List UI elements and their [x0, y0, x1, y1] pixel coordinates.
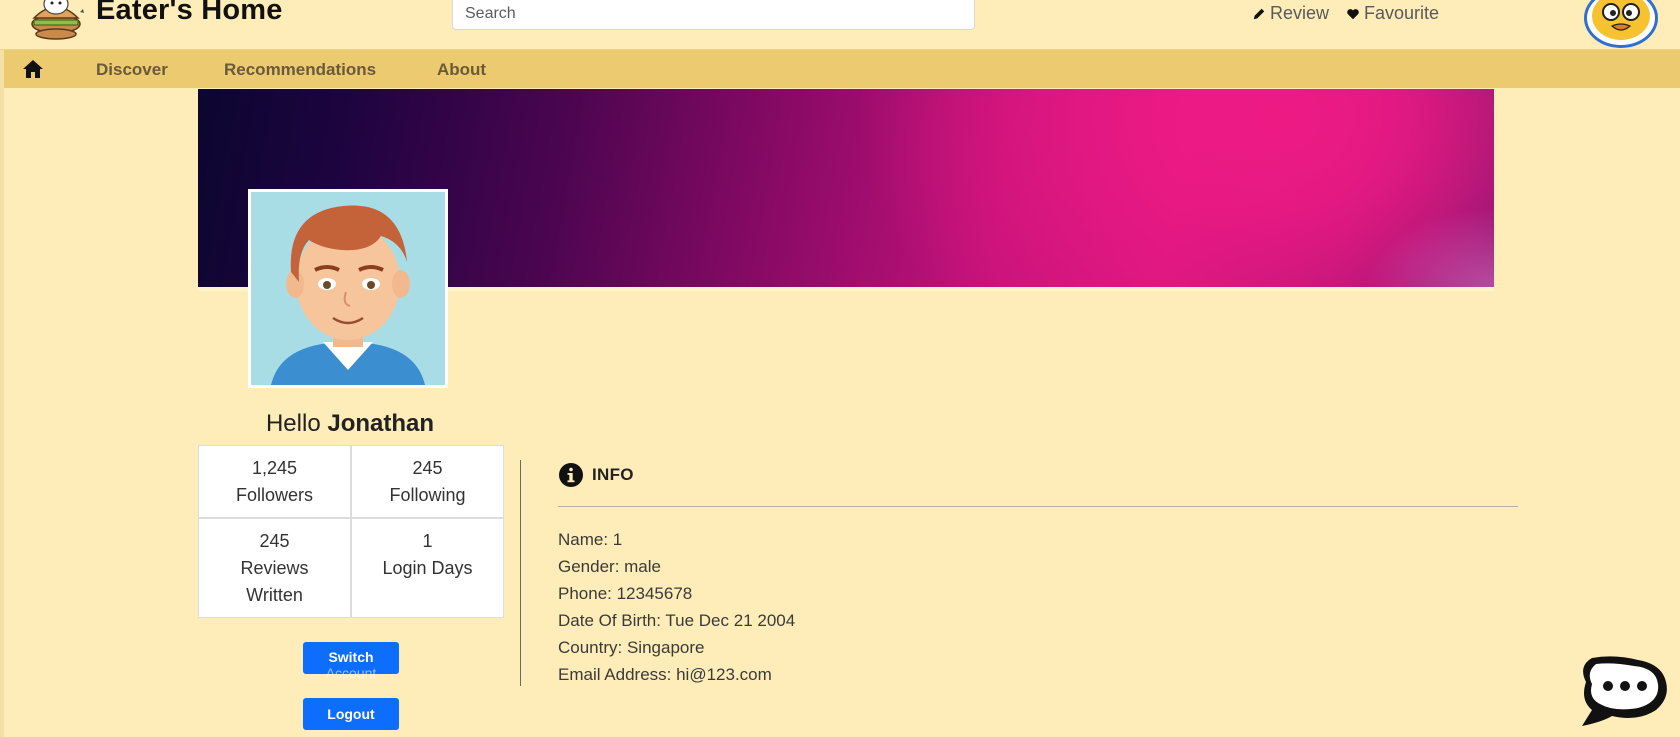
banner-shine — [1364, 207, 1494, 287]
info-list: Name: 1 Gender: male Phone: 12345678 Dat… — [558, 526, 795, 688]
info-header: INFO — [558, 462, 634, 488]
greeting: Hello Jonathan — [198, 410, 502, 438]
stats-grid: 1,245 Followers 245 Following 245 Review… — [198, 445, 504, 618]
stat-label: Followers — [235, 485, 314, 505]
logout-button[interactable]: Logout — [303, 698, 399, 730]
info-name: Name: 1 — [558, 530, 623, 549]
navbar: Discover Recommendations About — [4, 50, 1680, 88]
stat-value: 1,245 — [251, 458, 298, 478]
burger-logo-icon[interactable] — [24, 0, 88, 44]
vertical-divider — [520, 460, 521, 686]
nav-discover[interactable]: Discover — [96, 60, 168, 80]
switch-account-button[interactable]: Switch Account — [303, 642, 399, 681]
info-gender: Gender: male — [558, 557, 661, 576]
review-link[interactable]: Review — [1252, 3, 1329, 24]
header: Eater's Home Review Favourite — [0, 0, 1680, 50]
info-country: Country: Singapore — [558, 638, 705, 657]
review-label: Review — [1270, 3, 1330, 23]
stat-label: Login Days — [382, 558, 473, 578]
favourite-label: Favourite — [1364, 3, 1440, 23]
profile-picture[interactable] — [248, 189, 448, 388]
cartoon-man-avatar — [251, 192, 445, 385]
greeting-prefix: Hello — [265, 410, 321, 437]
page-edge — [0, 0, 4, 737]
info-circle-icon — [559, 463, 583, 487]
switch-label-line1: Switch — [328, 649, 374, 665]
nav-about[interactable]: About — [437, 60, 486, 80]
search-input[interactable] — [452, 0, 975, 30]
info-dob: Date Of Birth: Tue Dec 21 2004 — [558, 611, 796, 630]
nav-recommendations[interactable]: Recommendations — [224, 60, 376, 80]
chat-bubble-icon[interactable] — [1578, 652, 1670, 728]
stat-label: Reviews Written — [240, 558, 309, 605]
info-email: Email Address: hi@123.com — [558, 665, 772, 684]
info-divider — [558, 506, 1518, 507]
stat-value: 245 — [412, 458, 443, 478]
home-icon[interactable] — [22, 59, 44, 79]
stat-followers[interactable]: 1,245 Followers — [198, 445, 351, 518]
brand-title[interactable]: Eater's Home — [96, 0, 283, 27]
heart-icon — [1347, 8, 1359, 19]
stat-following[interactable]: 245 Following — [351, 445, 504, 518]
stat-reviews-written[interactable]: 245 Reviews Written — [198, 518, 351, 618]
switch-label-line2: Account — [325, 665, 377, 681]
username: Jonathan — [327, 410, 435, 437]
pencil-icon — [1253, 8, 1265, 19]
stat-label: Following — [389, 485, 466, 505]
stat-value: 1 — [422, 531, 433, 551]
stat-value: 245 — [259, 531, 290, 551]
info-title: INFO — [592, 465, 634, 484]
user-avatar[interactable] — [1582, 0, 1660, 48]
info-phone: Phone: 12345678 — [558, 584, 693, 603]
stat-login-days[interactable]: 1 Login Days — [351, 518, 504, 618]
favourite-link[interactable]: Favourite — [1346, 3, 1439, 24]
